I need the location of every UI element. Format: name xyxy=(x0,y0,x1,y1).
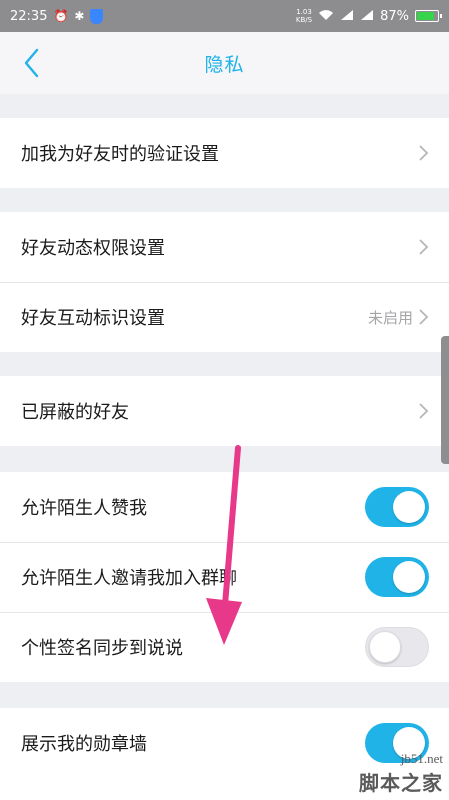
toggle-knob xyxy=(393,561,425,593)
chevron-right-icon xyxy=(419,403,429,419)
row-label: 好友动态权限设置 xyxy=(21,238,165,259)
battery-icon xyxy=(415,10,442,22)
status-bar: 22:35 ⏰ ✱ 1.03 KB/S 87% xyxy=(0,0,449,32)
bluetooth-icon: ✱ xyxy=(74,9,85,23)
watermark-url: jb51.net xyxy=(400,751,443,766)
nav-bar: 隐私 xyxy=(0,32,449,94)
signal-icon-2 xyxy=(360,9,374,23)
row-right xyxy=(417,238,429,256)
alarm-icon: ⏰ xyxy=(53,9,69,23)
toggle-knob xyxy=(369,631,401,663)
row-right xyxy=(417,402,429,420)
settings-group-blocked: 已屏蔽的好友 xyxy=(0,376,449,446)
row-right: 未启用 xyxy=(368,307,429,328)
battery-percent: 87% xyxy=(380,8,409,24)
battery-fill xyxy=(417,12,435,20)
row-label: 展示我的勋章墙 xyxy=(21,734,147,755)
signature-sync-row: 个性签名同步到说说 xyxy=(0,612,449,682)
net-speed-value: 1.03 xyxy=(296,8,312,16)
page-title: 隐私 xyxy=(204,53,245,76)
watermark-name: 脚本之家 xyxy=(359,773,443,795)
net-speed: 1.03 KB/S xyxy=(296,8,312,24)
stranger-invite-toggle[interactable] xyxy=(365,557,429,597)
toggle-knob xyxy=(393,491,425,523)
row-label: 加我为好友时的验证设置 xyxy=(21,144,219,165)
watermark: jb51.net 脚本之家 xyxy=(359,751,443,796)
status-left: 22:35 ⏰ ✱ xyxy=(10,8,104,24)
wifi-icon xyxy=(318,9,334,23)
row-label: 允许陌生人赞我 xyxy=(21,498,147,519)
row-right xyxy=(417,144,429,162)
blocked-friends-row[interactable]: 已屏蔽的好友 xyxy=(0,376,449,446)
side-scroll-handle[interactable] xyxy=(441,336,449,464)
stranger-like-toggle[interactable] xyxy=(365,487,429,527)
status-right: 1.03 KB/S 87% xyxy=(296,8,442,24)
signature-sync-toggle[interactable] xyxy=(365,627,429,667)
chevron-right-icon xyxy=(419,145,429,161)
settings-group-verify: 加我为好友时的验证设置 xyxy=(0,118,449,188)
back-button[interactable] xyxy=(14,44,48,82)
net-speed-unit: KB/S xyxy=(295,16,313,24)
interaction-status-value: 未启用 xyxy=(367,308,413,327)
row-label: 已屏蔽的好友 xyxy=(21,402,129,423)
settings-group-toggles: 允许陌生人赞我 允许陌生人邀请我加入群聊 个性签名同步到说说 xyxy=(0,472,449,682)
shield-icon xyxy=(90,8,104,24)
interaction-badge-row[interactable]: 好友互动标识设置 未启用 xyxy=(0,282,449,352)
chevron-right-icon xyxy=(419,309,429,325)
stranger-like-row: 允许陌生人赞我 xyxy=(0,472,449,542)
row-label: 个性签名同步到说说 xyxy=(21,638,183,659)
stranger-invite-row: 允许陌生人邀请我加入群聊 xyxy=(0,542,449,612)
settings-group-friends: 好友动态权限设置 好友互动标识设置 未启用 xyxy=(0,212,449,352)
verify-settings-row[interactable]: 加我为好友时的验证设置 xyxy=(0,118,449,188)
moments-permission-row[interactable]: 好友动态权限设置 xyxy=(0,212,449,282)
signal-icon xyxy=(340,9,354,23)
status-time: 22:35 xyxy=(10,8,48,24)
chevron-right-icon xyxy=(419,239,429,255)
row-label: 允许陌生人邀请我加入群聊 xyxy=(21,568,237,589)
chevron-left-icon xyxy=(24,48,39,78)
row-label: 好友互动标识设置 xyxy=(21,308,165,329)
